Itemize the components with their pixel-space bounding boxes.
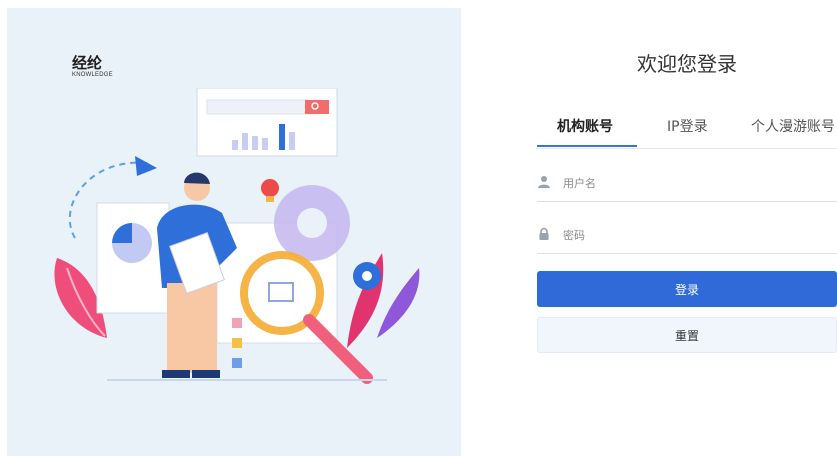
password-field: [537, 215, 837, 254]
username-input[interactable]: [561, 171, 835, 195]
reset-button[interactable]: 重置: [537, 317, 837, 353]
user-icon: [538, 176, 550, 188]
username-field: [537, 163, 837, 202]
hero-illustration: [54, 88, 420, 384]
login-tabs: 机构账号 IP登录 个人漫游账号: [537, 111, 837, 149]
lock-icon: [539, 227, 549, 240]
tab-personal-roaming[interactable]: 个人漫游账号: [751, 116, 835, 136]
login-button[interactable]: 登录: [537, 271, 837, 307]
active-tab-indicator: [537, 145, 637, 147]
brand-name: 经纶: [72, 54, 103, 72]
tab-institution-account[interactable]: 机构账号: [557, 116, 613, 136]
login-panel: 欢迎您登录 机构账号 IP登录 个人漫游账号 登录 重置: [537, 0, 837, 456]
illustration-panel: 经纶 KNOWLEDGE: [7, 8, 461, 456]
brand-subtitle: KNOWLEDGE: [72, 72, 113, 78]
login-title: 欢迎您登录: [637, 52, 737, 76]
tab-ip-login[interactable]: IP登录: [667, 116, 708, 136]
password-input[interactable]: [561, 223, 835, 247]
